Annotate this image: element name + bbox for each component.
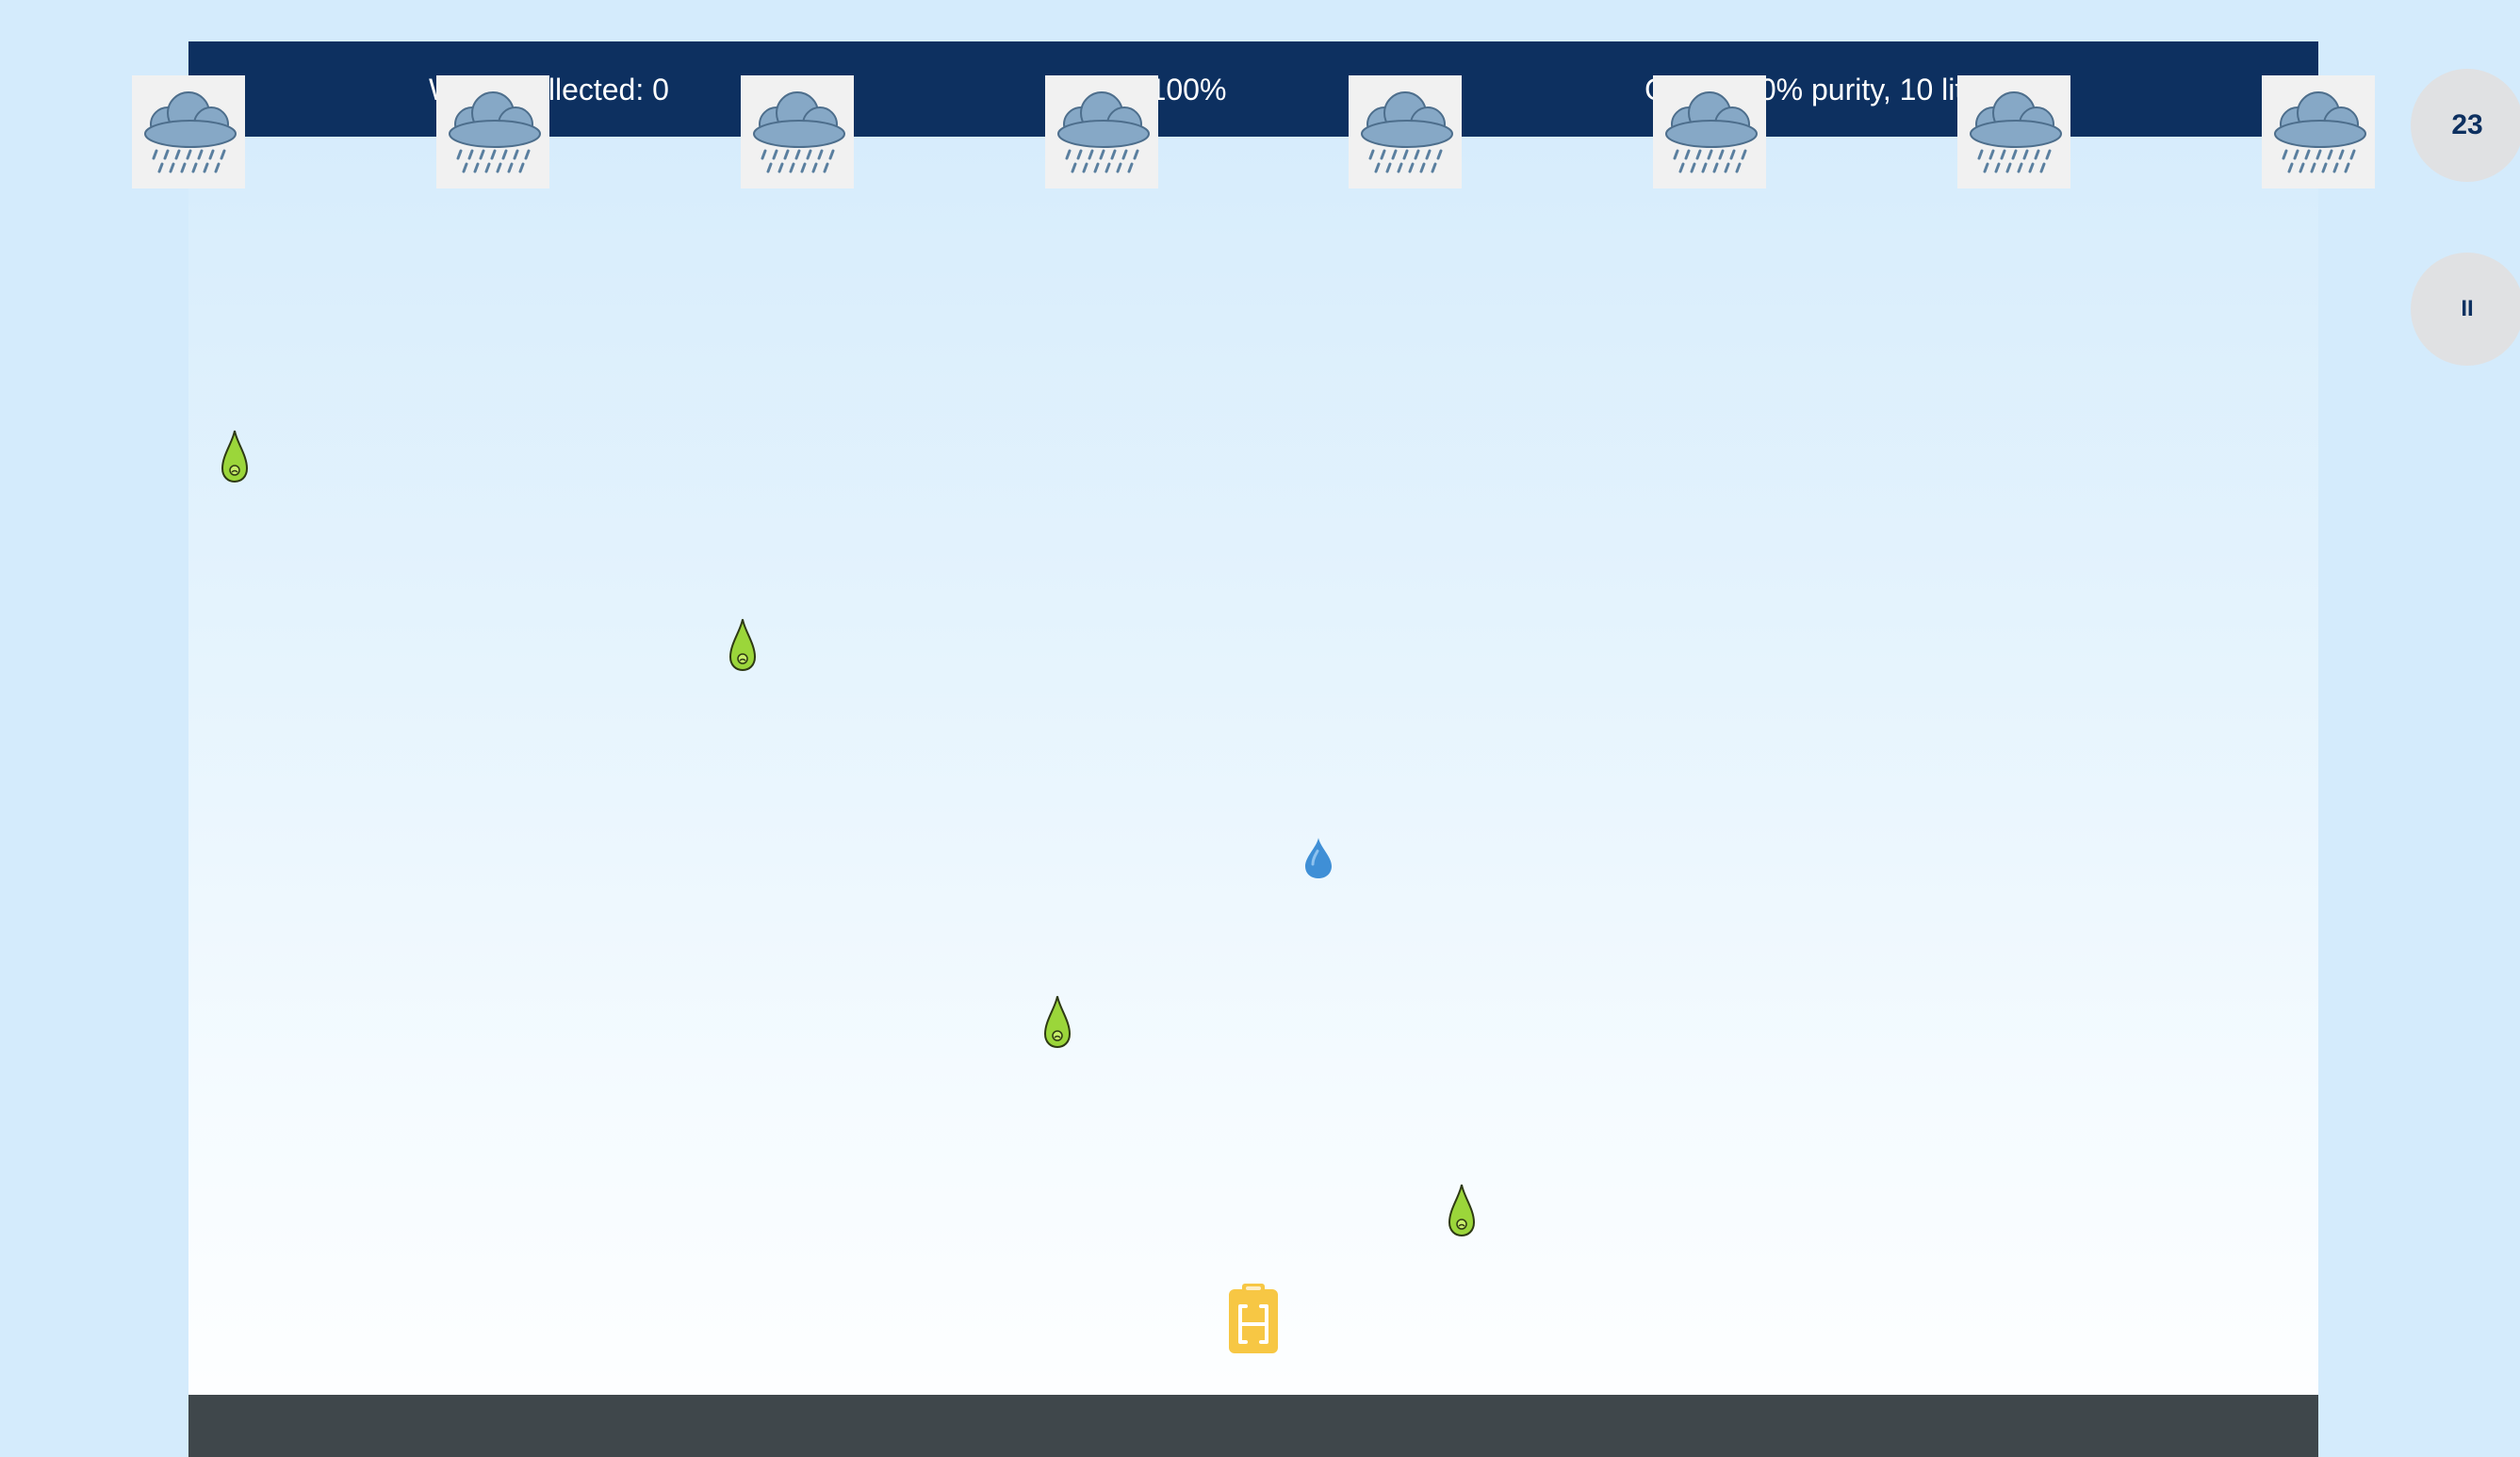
clean-water-drop-icon (1303, 836, 1334, 879)
rain-cloud-icon (2262, 75, 2375, 188)
rain-cloud-icon (1957, 75, 2070, 188)
play-area (188, 41, 2318, 1457)
rain-cloud-icon (436, 75, 549, 188)
ground (188, 1395, 2318, 1457)
rain-cloud-icon (1653, 75, 1766, 188)
rain-cloud-icon (1045, 75, 1158, 188)
pause-icon: II (2461, 296, 2474, 321)
polluted-drop-icon (1448, 1183, 1476, 1237)
rain-cloud-icon (741, 75, 854, 188)
pause-button[interactable]: II (2411, 253, 2520, 366)
polluted-drop-icon (1043, 994, 1072, 1049)
jerry-can-icon[interactable] (1227, 1284, 1280, 1355)
game-stage: Water collected: 0 Purity: 100% Goal: >8… (0, 0, 2520, 1457)
polluted-drop-icon (728, 617, 757, 672)
polluted-drop-icon (221, 429, 249, 483)
rain-cloud-icon (1349, 75, 1462, 188)
rain-cloud-icon (132, 75, 245, 188)
timer-badge: 23 (2411, 69, 2520, 182)
